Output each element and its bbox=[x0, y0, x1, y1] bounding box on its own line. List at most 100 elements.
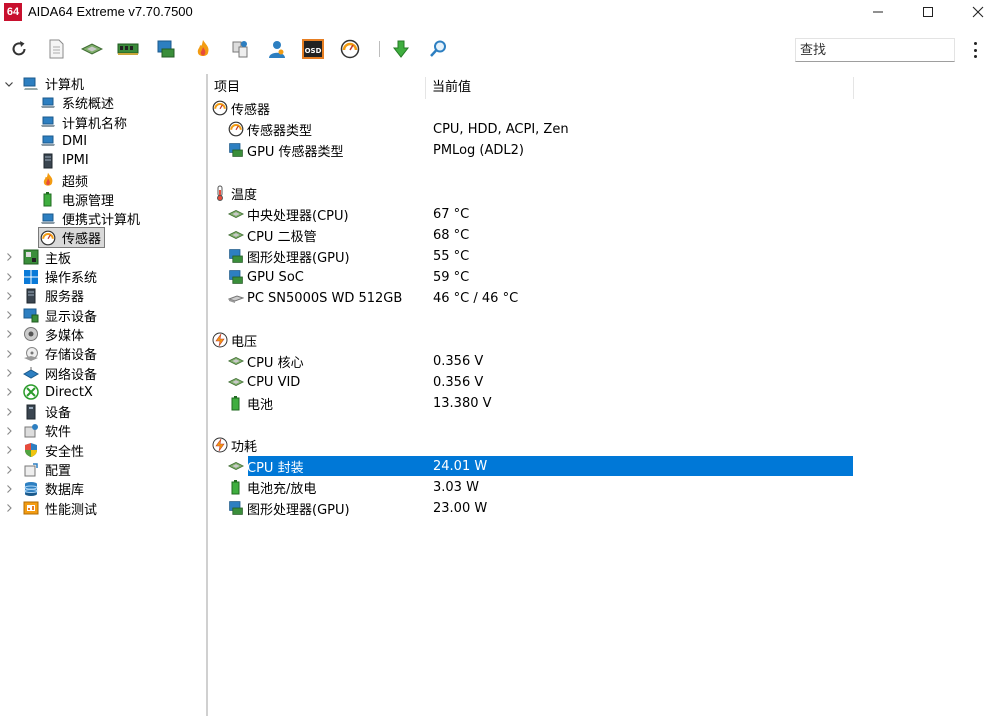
table-row[interactable]: GPU SoC 59 °C bbox=[228, 267, 854, 287]
table-row[interactable]: 图形处理器(GPU) 55 °C bbox=[228, 246, 854, 266]
row-name: 传感器类型 bbox=[247, 123, 313, 139]
table-row[interactable]: 传感器类型 CPU, HDD, ACPI, Zen bbox=[228, 119, 854, 139]
computer-icon bbox=[23, 76, 39, 92]
table-row[interactable]: CPU 二极管 68 °C bbox=[228, 225, 854, 245]
tree-item[interactable]: 主板 bbox=[3, 248, 75, 267]
table-row[interactable]: 图形处理器(GPU) 23.00 W bbox=[228, 498, 854, 518]
row-name: CPU 二极管 bbox=[247, 229, 317, 245]
tree-item-label: 显示设备 bbox=[45, 309, 98, 325]
tree-item[interactable]: 超频 bbox=[38, 171, 92, 190]
tree-item[interactable]: 便携式计算机 bbox=[38, 209, 144, 228]
column-header-value[interactable]: 当前值 bbox=[432, 77, 854, 99]
tree-item[interactable]: 操作系统 bbox=[3, 267, 101, 286]
chevron-right-icon[interactable] bbox=[3, 464, 15, 476]
tree-item[interactable]: 传感器 bbox=[38, 227, 106, 249]
group-title: 传感器 bbox=[231, 102, 271, 118]
gauge-icon bbox=[212, 100, 228, 116]
close-button[interactable] bbox=[952, 0, 1000, 24]
tree-item[interactable]: 数据库 bbox=[3, 479, 88, 498]
tree-item[interactable]: 系统概述 bbox=[38, 93, 118, 112]
cpu-chip-icon bbox=[81, 43, 103, 55]
search-button[interactable] bbox=[427, 38, 449, 60]
display-button[interactable] bbox=[155, 38, 177, 60]
tree-item-label: 系统概述 bbox=[62, 97, 115, 113]
chevron-right-icon[interactable] bbox=[3, 386, 15, 398]
laptop-icon bbox=[40, 114, 56, 130]
sensor-group[interactable]: 功耗 bbox=[212, 435, 257, 455]
tree-item[interactable]: DMI bbox=[38, 132, 91, 151]
report-button[interactable] bbox=[45, 38, 67, 60]
chevron-right-icon[interactable] bbox=[3, 406, 15, 418]
gpu-icon bbox=[228, 269, 244, 285]
tree-item[interactable]: 设备 bbox=[3, 402, 75, 421]
chevron-down-icon[interactable] bbox=[3, 78, 15, 90]
memory-button[interactable] bbox=[117, 38, 139, 60]
row-name: CPU VID bbox=[247, 374, 301, 390]
more-menu-button[interactable] bbox=[966, 40, 984, 60]
table-row[interactable]: 电池充/放电 3.03 W bbox=[228, 477, 854, 497]
tree-item[interactable]: 多媒体 bbox=[3, 325, 88, 344]
sensor-group[interactable]: 温度 bbox=[212, 183, 257, 203]
gauge-icon bbox=[228, 121, 244, 137]
chevron-right-icon[interactable] bbox=[3, 271, 15, 283]
laptop-icon bbox=[40, 95, 56, 111]
table-row[interactable]: 电池 13.380 V bbox=[228, 393, 854, 413]
minimize-button[interactable] bbox=[852, 0, 904, 24]
update-button[interactable] bbox=[390, 38, 412, 60]
row-name: GPU 传感器类型 bbox=[247, 144, 344, 160]
user-icon bbox=[269, 41, 285, 58]
tree-item[interactable]: 性能测试 bbox=[3, 499, 101, 518]
tree-item[interactable]: 软件 bbox=[3, 421, 75, 440]
chevron-right-icon[interactable] bbox=[3, 328, 15, 340]
column-header-item[interactable]: 项目 bbox=[214, 77, 426, 99]
tree-item[interactable]: 安全性 bbox=[3, 441, 88, 460]
tree-item[interactable]: 服务器 bbox=[3, 286, 88, 305]
tree-item-label: 电源管理 bbox=[62, 193, 115, 209]
overclock-button[interactable] bbox=[192, 38, 214, 60]
motherboard-button[interactable] bbox=[81, 38, 103, 60]
tree-item[interactable]: 存储设备 bbox=[3, 344, 101, 363]
sensor-group[interactable]: 传感器 bbox=[212, 98, 270, 118]
table-row[interactable]: CPU 封装 24.01 W bbox=[228, 456, 854, 476]
table-row[interactable]: GPU 传感器类型 PMLog (ADL2) bbox=[228, 140, 854, 160]
gauge-icon bbox=[340, 39, 360, 59]
chevron-right-icon[interactable] bbox=[3, 309, 15, 321]
chevron-right-icon[interactable] bbox=[3, 348, 15, 360]
benchmark-icon bbox=[23, 500, 39, 516]
chevron-right-icon[interactable] bbox=[3, 290, 15, 302]
tree-item[interactable]: 计算机 bbox=[3, 74, 88, 93]
row-value: 46 °C / 46 °C bbox=[433, 290, 519, 306]
sensor-group[interactable]: 电压 bbox=[212, 330, 257, 350]
network-button[interactable] bbox=[229, 38, 251, 60]
sensor-button[interactable] bbox=[339, 38, 361, 60]
table-row[interactable]: PC SN5000S WD 512GB 46 °C / 46 °C bbox=[228, 288, 854, 308]
chevron-right-icon[interactable] bbox=[3, 502, 15, 514]
gauge-icon bbox=[40, 230, 56, 246]
chevron-right-icon[interactable] bbox=[3, 251, 15, 263]
row-name: 图形处理器(GPU) bbox=[247, 250, 350, 266]
table-row[interactable]: CPU VID 0.356 V bbox=[228, 372, 854, 392]
table-row[interactable]: CPU 核心 0.356 V bbox=[228, 351, 854, 371]
tree-item[interactable]: 配置 bbox=[3, 460, 75, 479]
chevron-right-icon[interactable] bbox=[3, 483, 15, 495]
tree-item[interactable]: IPMI bbox=[38, 151, 93, 170]
osd-button[interactable]: OSD bbox=[302, 38, 324, 60]
tree-item-label: 网络设备 bbox=[45, 367, 98, 383]
tree-item-label: 服务器 bbox=[45, 290, 85, 306]
tree-item[interactable]: 电源管理 bbox=[38, 190, 118, 209]
laptop-icon bbox=[40, 133, 56, 149]
table-row[interactable]: 中央处理器(CPU) 67 °C bbox=[228, 204, 854, 224]
chevron-right-icon[interactable] bbox=[3, 367, 15, 379]
refresh-button[interactable] bbox=[8, 38, 30, 60]
tree-item[interactable]: 显示设备 bbox=[3, 306, 101, 325]
chevron-right-icon[interactable] bbox=[3, 425, 15, 437]
search-input[interactable] bbox=[795, 38, 955, 62]
maximize-button[interactable] bbox=[902, 0, 954, 24]
user-button[interactable] bbox=[266, 38, 288, 60]
ssd-icon bbox=[228, 290, 244, 306]
row-value: 68 °C bbox=[433, 227, 470, 243]
tree-item[interactable]: DirectX bbox=[3, 383, 97, 402]
tree-item[interactable]: 网络设备 bbox=[3, 364, 101, 383]
chevron-right-icon[interactable] bbox=[3, 444, 15, 456]
tree-item[interactable]: 计算机名称 bbox=[38, 113, 131, 132]
